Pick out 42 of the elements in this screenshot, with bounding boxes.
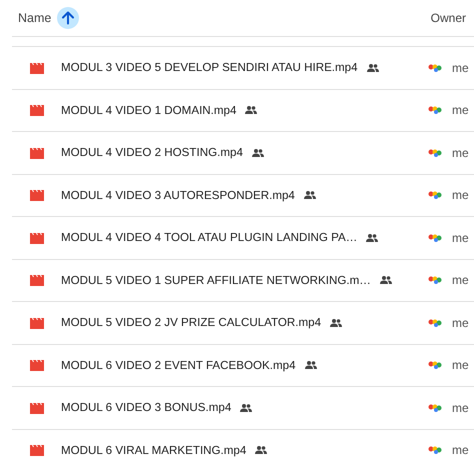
owner-name: me [452, 103, 470, 118]
owner-name: me [452, 273, 470, 288]
avatar-icon [428, 318, 444, 328]
avatar-icon [428, 148, 444, 158]
owner-name: me [452, 146, 470, 160]
owner-name: me [452, 358, 470, 372]
video-file-icon [30, 316, 44, 329]
owner-column-header[interactable]: Owner [430, 11, 474, 25]
file-name[interactable]: MODUL 6 VIRAL MARKETING.mp4 [61, 444, 246, 457]
owner-name: me [452, 400, 470, 415]
video-file-icon [30, 104, 44, 116]
owner-name: me [452, 230, 470, 245]
video-file-icon [30, 274, 44, 286]
file-name[interactable]: MODUL 4 VIDEO 2 HOSTING.mp4 [61, 146, 243, 160]
avatar-icon [428, 232, 444, 243]
avatar-icon [428, 190, 444, 200]
avatar-icon [428, 275, 444, 286]
video-file-icon [30, 402, 44, 414]
avatar-icon [428, 105, 444, 116]
video-file-icon [30, 146, 44, 159]
name-column-header[interactable]: Name [18, 11, 52, 25]
file-name[interactable]: MODUL 6 VIDEO 3 BONUS.mp4 [61, 401, 232, 414]
avatar-icon [428, 402, 444, 413]
avatar-icon [428, 62, 444, 73]
file-name[interactable]: MODUL 6 VIDEO 2 EVENT FACEBOOK.mp4 [61, 358, 296, 372]
video-file-icon [30, 232, 44, 244]
avatar-icon [428, 360, 444, 370]
video-file-icon [30, 189, 44, 202]
file-name[interactable]: MODUL 3 VIDEO 5 DEVELOP SENDIRI ATAU HIRE.mp4 [61, 61, 358, 74]
video-file-icon [30, 62, 44, 74]
owner-name: me [452, 443, 470, 458]
video-file-icon [30, 359, 44, 372]
file-name[interactable]: MODUL 4 VIDEO 3 AUTORESPONDER.mp4 [61, 188, 295, 202]
avatar-icon [428, 445, 444, 456]
owner-name: me [452, 60, 470, 75]
file-name[interactable]: MODUL 4 VIDEO 4 TOOL ATAU PLUGIN LANDING PA… [61, 231, 358, 244]
file-name[interactable]: MODUL 5 VIDEO 1 SUPER AFFILIATE NETWORKING.m… [61, 274, 371, 287]
video-file-icon [30, 444, 44, 456]
file-name[interactable]: MODUL 4 VIDEO 1 DOMAIN.mp4 [61, 104, 236, 117]
owner-name: me [452, 316, 470, 330]
owner-name: me [452, 188, 470, 202]
file-name[interactable]: MODUL 5 VIDEO 2 JV PRIZE CALCULATOR.mp4 [61, 316, 322, 330]
